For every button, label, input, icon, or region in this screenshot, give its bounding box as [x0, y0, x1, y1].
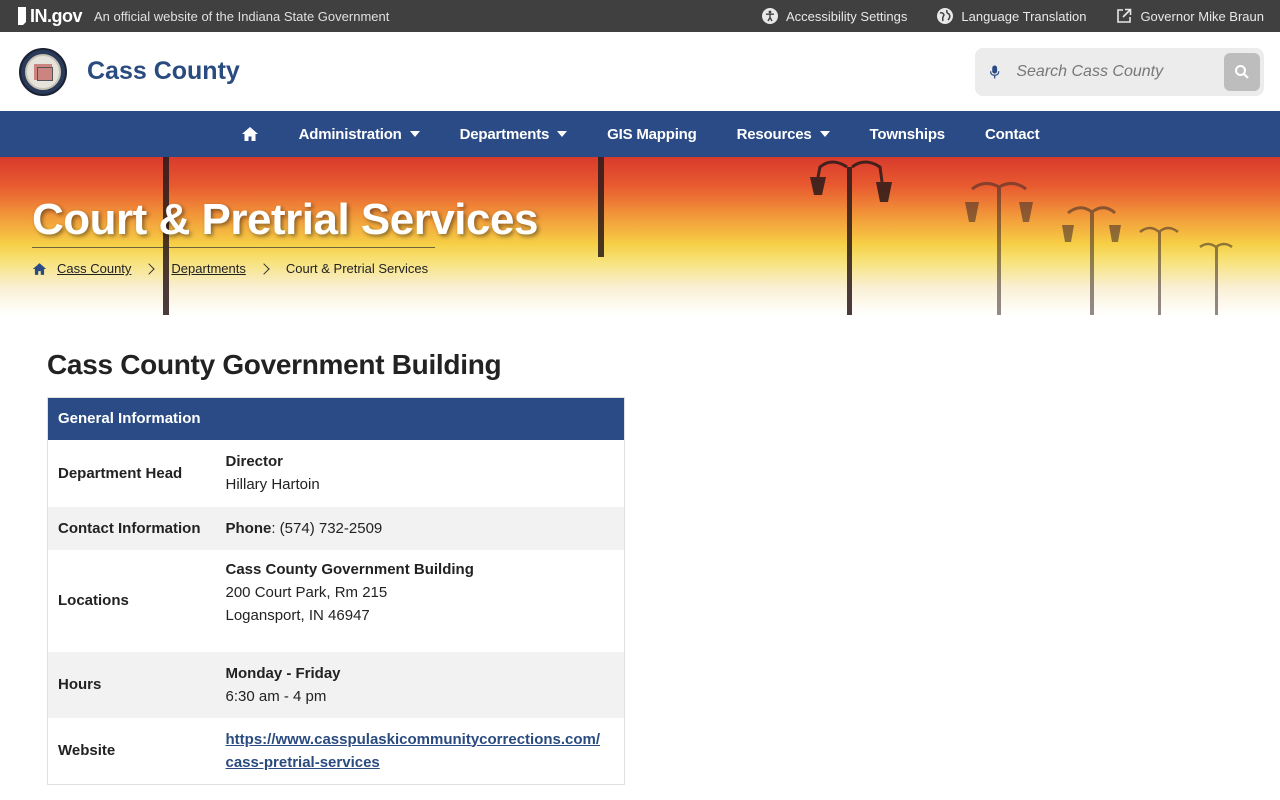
hours-value: Monday - Friday 6:30 am - 4 pm [215, 651, 625, 718]
department-head-value: Director Hillary Hartoin [216, 440, 625, 507]
ingov-logo-text: IN.gov [30, 5, 83, 26]
nav-contact-label: Contact [984, 125, 1040, 143]
main-nav: Administration Departments GIS Mapping R… [0, 111, 1280, 157]
location-name: Cass County Government Building [225, 560, 474, 578]
governor-label: Governor Mike Braun [1140, 8, 1264, 24]
website-label: Website [58, 742, 116, 759]
website-link[interactable]: https://www.casspulaskicommunitycorrecti… [226, 731, 601, 771]
site-title[interactable]: Cass County [87, 57, 240, 86]
breadcrumb-current: Court & Pretrial Services [285, 261, 429, 276]
official-website-text: An official website of the Indiana State… [94, 8, 390, 24]
language-translation-label: Language Translation [961, 8, 1087, 24]
county-seal-logo[interactable] [19, 47, 67, 96]
microphone-icon[interactable] [989, 63, 1000, 81]
phone-number[interactable]: : (574) 732-2509 [271, 520, 382, 537]
accessibility-settings-link[interactable]: Accessibility Settings [762, 8, 907, 24]
hours-time: 6:30 am - 4 pm [225, 687, 327, 705]
breadcrumb: Cass County Departments Court & Pretrial… [32, 261, 428, 276]
title-divider [32, 247, 435, 248]
caret-down-icon [819, 131, 830, 137]
accessibility-icon [762, 8, 778, 24]
director-title: Director [225, 453, 284, 470]
location-city: Logansport, IN 46947 [225, 606, 370, 624]
chevron-right-icon [258, 262, 270, 275]
search-bar [975, 47, 1264, 96]
general-information-table: General Information Department Head Dire… [47, 397, 625, 785]
phone-label: Phone [225, 519, 272, 537]
nav-departments[interactable]: Departments [460, 126, 568, 143]
department-head-label: Department Head [58, 464, 183, 482]
search-button[interactable] [1224, 52, 1260, 91]
breadcrumb-departments[interactable]: Departments [171, 261, 245, 276]
nav-departments-label: Departments [459, 125, 550, 143]
table-row: Contact Information Phone: (574) 732-250… [47, 506, 625, 550]
hours-label: Hours [47, 651, 216, 718]
page-title: Court & Pretrial Services [32, 195, 538, 244]
globe-icon [937, 8, 954, 24]
contact-information-value: Phone: (574) 732-2509 [215, 506, 625, 550]
nav-administration-label: Administration [298, 125, 402, 143]
search-input[interactable] [1000, 62, 1225, 81]
director-name: Hillary Hartoin [225, 476, 320, 493]
table-row: Hours Monday - Friday 6:30 am - 4 pm [47, 651, 625, 718]
table-row: Locations Cass County Government Buildin… [48, 550, 625, 652]
chevron-right-icon [143, 262, 156, 275]
site-header: Cass County [0, 32, 1280, 111]
governor-link[interactable]: Governor Mike Braun [1116, 8, 1264, 24]
home-icon[interactable] [32, 262, 47, 276]
nav-townships-label: Townships [869, 125, 946, 143]
location-address: 200 Court Park, Rm 215 [225, 583, 388, 601]
search-icon [1235, 64, 1249, 79]
language-translation-link[interactable]: Language Translation [937, 8, 1086, 24]
website-value: https://www.casspulaskicommunitycorrecti… [216, 718, 625, 785]
breadcrumb-cass-county[interactable]: Cass County [57, 261, 131, 276]
nav-gis-mapping-label: GIS Mapping [607, 125, 697, 143]
nav-resources[interactable]: Resources [737, 126, 830, 143]
hours-days: Monday - Friday [225, 664, 341, 682]
nav-home[interactable] [241, 126, 259, 142]
nav-townships[interactable]: Townships [869, 125, 946, 143]
building-heading: Cass County Government Building [47, 349, 502, 380]
caret-down-icon [409, 131, 420, 137]
nav-gis-mapping[interactable]: GIS Mapping [607, 125, 697, 143]
website-link-line1: https://www.casspulaskicommunitycorrecti… [225, 730, 601, 748]
external-link-icon [1117, 8, 1132, 23]
nav-resources-label: Resources [736, 125, 812, 143]
table-header: General Information [47, 397, 625, 440]
locations-value: Cass County Government Building 200 Cour… [216, 550, 625, 652]
contact-information-label: Contact Information [47, 506, 216, 550]
accessibility-settings-label: Accessibility Settings [786, 8, 908, 24]
table-row: Website https://www.casspulaskicommunity… [48, 718, 625, 785]
hero-banner: Court & Pretrial Services Cass County De… [0, 157, 1280, 315]
ingov-logo[interactable]: IN.gov [16, 5, 83, 27]
nav-administration[interactable]: Administration [299, 126, 420, 143]
website-link-line2: cass-pretrial-services [225, 753, 380, 771]
table-row: Department Head Director Hillary Hartoin [48, 440, 625, 507]
main-content: Cass County Government Building General … [0, 349, 1280, 785]
state-banner: IN.gov An official website of the Indian… [0, 0, 1280, 32]
caret-down-icon [557, 131, 568, 137]
home-icon [241, 127, 258, 141]
indiana-state-icon [18, 7, 26, 25]
locations-label: Locations [58, 592, 129, 609]
nav-contact[interactable]: Contact [984, 125, 1040, 143]
